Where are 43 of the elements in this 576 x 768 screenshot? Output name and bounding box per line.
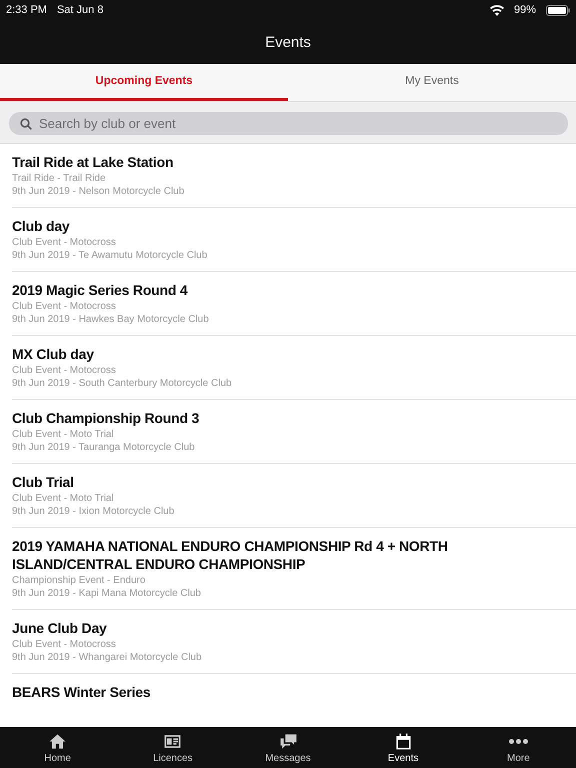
event-title[interactable]: Club day (12, 217, 564, 235)
event-details: 9th Jun 2019 - Hawkes Bay Motorcycle Club (12, 313, 210, 326)
event-category: Club Event - Motocross (12, 236, 117, 249)
search-icon (20, 118, 32, 130)
more-icon (508, 738, 528, 744)
event-category: Club Event - Motocross (12, 300, 117, 313)
event-details: 9th Jun 2019 - Nelson Motorcycle Club (12, 185, 186, 198)
search-field[interactable]: Search by club or event (9, 112, 568, 135)
calendar-icon (394, 732, 413, 750)
tab-bar-item[interactable]: Events (346, 727, 461, 768)
status-date: Sat Jun 8 (56, 4, 104, 16)
event-category: Championship Event - Enduro (12, 574, 146, 587)
chat-bubbles-icon (278, 732, 298, 750)
event-category: Trail Ride - Trail Ride (12, 172, 107, 185)
tab-bar-item[interactable]: Messages (230, 727, 346, 768)
event-title[interactable]: 2019 Magic Series Round 4 (12, 281, 564, 299)
battery-icon (546, 4, 570, 16)
event-category: Club Event - Motocross (12, 638, 117, 651)
event-title[interactable]: MX Club day (12, 345, 564, 363)
tab-bar-item[interactable]: More (460, 727, 576, 768)
event-category: Club Event - Moto Trial (12, 428, 115, 441)
event-details: 9th Jun 2019 - Te Awamutu Motorcycle Club (12, 249, 208, 262)
segment-tab[interactable]: My Events (288, 64, 576, 101)
event-details: 9th Jun 2019 - Tauranga Motorcycle Club (12, 441, 196, 454)
status-time: 2:33 PM (6, 4, 47, 16)
event-category: Club Event - Moto Trial (12, 492, 115, 505)
wifi-icon (490, 4, 504, 16)
event-title[interactable]: Club Trial (12, 473, 564, 491)
event-title[interactable]: Club Championship Round 3 (12, 409, 564, 427)
tab-bar-item[interactable]: Licences (115, 727, 230, 768)
event-title[interactable]: Trail Ride at Lake Station (12, 153, 564, 171)
battery-percent: 99% (514, 4, 536, 16)
event-title[interactable]: BEARS Winter Series (12, 683, 564, 701)
event-title[interactable]: June Club Day (12, 619, 564, 637)
event-details: 9th Jun 2019 - Ixion Motorcycle Club (12, 505, 176, 518)
home-icon (48, 732, 68, 750)
event-details: 9th Jun 2019 - South Canterbury Motorcycle Club (12, 377, 233, 390)
event-details: 9th Jun 2019 - Whangarei Motorcycle Club (12, 651, 203, 664)
screen-title: Events (265, 34, 311, 50)
tab-bar-item[interactable]: Home (0, 727, 116, 768)
event-details: 9th Jun 2019 - Kapi Mana Motorcycle Club (12, 587, 202, 600)
event-title[interactable]: 2019 YAMAHA NATIONAL ENDURO CHAMPIONSHIP Rd 4 + NORTH ISLAND/CENTRAL ENDURO CHAMPIONSHIP (12, 537, 564, 573)
event-category: Club Event - Motocross (12, 364, 117, 377)
